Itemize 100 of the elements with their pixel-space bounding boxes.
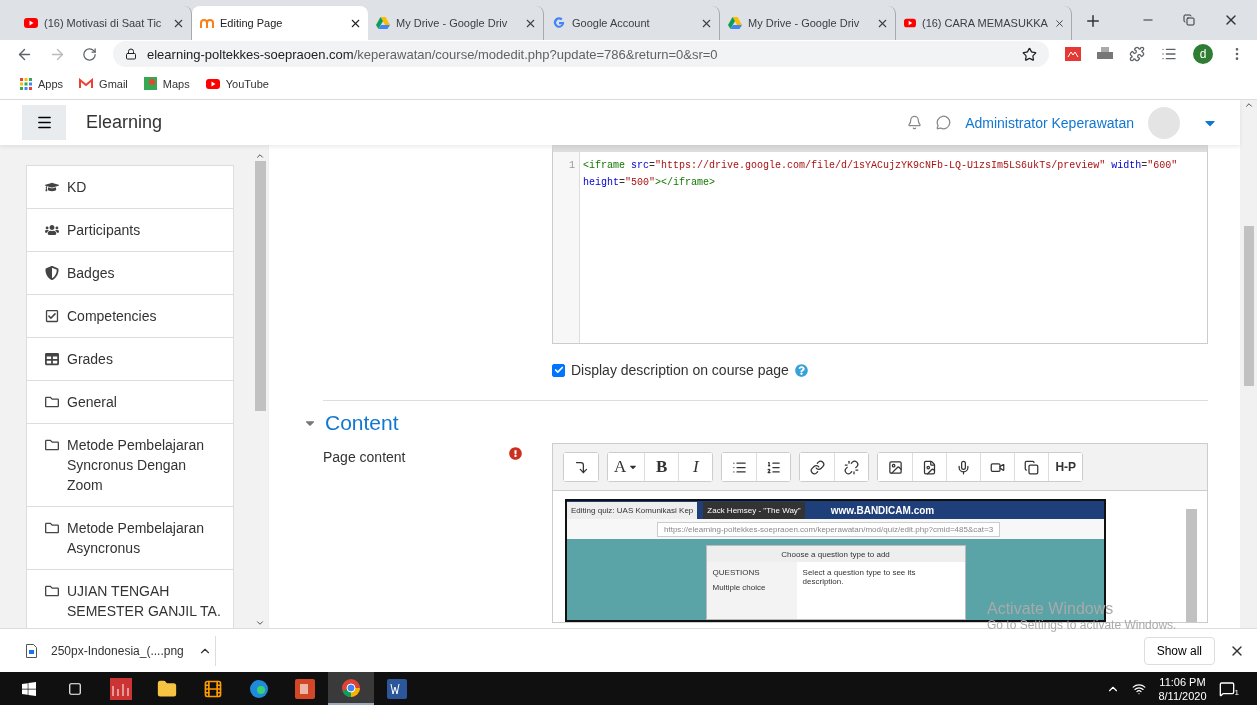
dialog-description: Select a question type to see its description. (801, 567, 917, 588)
sidebar-item[interactable]: Metode Pembelajaran Syncronus Dengan Zoom (26, 424, 234, 507)
m-logo-icon (200, 17, 214, 29)
browser-tab[interactable]: My Drive - Google Driv (720, 6, 896, 40)
reload-icon[interactable] (82, 46, 97, 62)
line-number: 1 (568, 159, 575, 173)
watermark-subtitle: Go to Settings to activate Windows. (987, 618, 1177, 632)
user-name-link[interactable]: Administrator Keperawatan (965, 114, 1134, 131)
wifi-icon[interactable] (1132, 681, 1147, 696)
checkbox[interactable] (552, 363, 565, 377)
restore-icon[interactable] (1183, 14, 1195, 26)
download-file-link[interactable]: 250px-Indonesia_(....png (51, 643, 184, 658)
video-play-icon (205, 78, 220, 89)
notification-icon[interactable] (1218, 680, 1235, 697)
screenshot-url: https://elearning-poltekkes-soepraoen.com/keperawatan/mod/quiz/edit.php?cmid=485&cat=3 (657, 521, 1001, 537)
bookmark-link[interactable]: Apps (20, 77, 64, 90)
site-name: Elearning (86, 112, 163, 133)
copy-icon (1024, 459, 1040, 475)
bookmark-link[interactable]: Maps (143, 77, 190, 90)
new-tab-icon[interactable] (1084, 12, 1102, 30)
dialog-title: Choose a question type to add (706, 546, 965, 562)
envelope-m-icon (79, 78, 94, 89)
numbered-list-icon (766, 459, 782, 475)
puzzle-icon[interactable] (1129, 46, 1145, 62)
scrollbar-thumb[interactable] (1186, 509, 1197, 622)
menu-button[interactable] (22, 105, 66, 140)
screenshot-tab: Editing quiz: UAS Komunikasi Kep (567, 501, 698, 519)
graduation-cap-icon (45, 180, 59, 194)
profile-avatar[interactable]: d (1193, 44, 1213, 64)
notification-count: 1 (1234, 687, 1239, 697)
lock-icon (125, 48, 137, 60)
screenshot-tab: Zack Hemsey - "The Way" (703, 501, 805, 519)
g-logo-icon (552, 16, 566, 30)
code-editor[interactable]: 1 <iframe src="https://drive.google.com/file/d/1sYACujzYK9cNFb-LQ-U1zsIm5LS6ukTs/preview" width="600" height="500"></iframe> (552, 145, 1208, 344)
chat-icon[interactable] (936, 115, 952, 130)
show-all-button[interactable]: Show all (1143, 636, 1215, 665)
file-icon (26, 643, 37, 658)
sidebar-item[interactable]: Participants (26, 209, 234, 252)
dialog-heading: QUESTIONS (712, 568, 760, 577)
sidebar-item[interactable]: KD (26, 165, 234, 209)
numbered-list-button[interactable] (756, 453, 791, 481)
scrollbar-thumb[interactable] (1243, 226, 1254, 386)
sidebar-item[interactable]: General (26, 381, 234, 424)
map-pin-icon (143, 77, 157, 90)
scroll-down-icon[interactable] (255, 618, 265, 628)
dialog-option: Multiple choice (712, 583, 766, 592)
field-label: Page content (323, 448, 407, 467)
checkbox-label: Display description on course page (571, 362, 789, 378)
bell-icon[interactable] (907, 115, 923, 130)
browser-tab[interactable]: My Drive - Google Driv (368, 6, 544, 40)
unlink-button[interactable] (834, 453, 869, 481)
video-play-icon (904, 18, 916, 28)
sidebar-item[interactable]: UJIAN TENGAH SEMESTER GANJIL TA. (26, 570, 234, 628)
sidebar-item[interactable]: Metode Pembelajaran Asyncronus (26, 507, 234, 570)
help-icon[interactable] (794, 363, 808, 377)
avatar-circle (1148, 106, 1180, 139)
browser-tab[interactable]: Editing Page (192, 6, 368, 40)
table-icon (45, 352, 59, 366)
h5p-button[interactable]: H-P (1048, 453, 1083, 481)
extension-icon[interactable] (1065, 47, 1081, 61)
folder-icon (45, 521, 59, 535)
bookmark-link[interactable]: YouTube (205, 77, 269, 90)
unlink-icon (844, 459, 860, 475)
sidebar-item[interactable]: Badges (26, 252, 234, 295)
browser-tab[interactable]: Google Account (544, 6, 720, 40)
microphone-icon (956, 459, 972, 475)
arrow-down-button[interactable] (564, 453, 598, 481)
recorder-site-label: www.BANDICAM.com (830, 504, 935, 516)
italic-button[interactable]: I (678, 453, 713, 481)
scroll-up-icon[interactable] (1243, 100, 1254, 110)
clock[interactable]: 11:06 PM 8/11/2020 (1158, 674, 1207, 703)
bullet-list-icon (731, 459, 747, 475)
folder-icon (45, 438, 59, 452)
media-file-icon (922, 459, 938, 475)
arrow-down-icon (573, 459, 589, 475)
grid-dots-icon (20, 77, 32, 90)
round-browser-icon[interactable] (328, 672, 374, 705)
section-toggle[interactable]: Content (303, 411, 399, 435)
image-icon (887, 459, 903, 475)
shield-icon (45, 266, 59, 280)
scroll-up-icon[interactable] (255, 151, 265, 161)
folder-icon (45, 584, 59, 598)
menu-icon (35, 114, 53, 131)
bookmark-link[interactable]: Gmail (79, 77, 128, 90)
users-icon (45, 223, 59, 237)
triangle-logo-icon (728, 17, 742, 29)
link-icon (809, 459, 825, 475)
code-line: <iframe src="https://drive.google.com/file/d/1sYACujzYK9cNFb-LQ-U1zsIm5LS6ukTs/preview" width="600" height="500"></iframe> (582, 159, 1179, 190)
star-icon[interactable] (1022, 46, 1037, 62)
folder-icon (45, 395, 59, 409)
playlist-icon[interactable] (1161, 46, 1177, 62)
triangle-logo-icon (376, 17, 390, 29)
video-play-icon (24, 18, 38, 28)
address-bar[interactable]: elearning-poltekkes-soepraoen.com/keperawatan/course/modedit.php?update=786&return=0&sr=0 (113, 41, 1049, 67)
checkbox-icon (45, 309, 59, 323)
sidebar-item[interactable]: Grades (26, 338, 234, 381)
scrollbar-thumb[interactable] (254, 161, 266, 411)
sidebar-item[interactable]: Competencies (26, 295, 234, 338)
printer-icon[interactable] (1097, 47, 1113, 61)
browser-tab[interactable]: (16) CARA MEMASUKKA (896, 6, 1072, 40)
